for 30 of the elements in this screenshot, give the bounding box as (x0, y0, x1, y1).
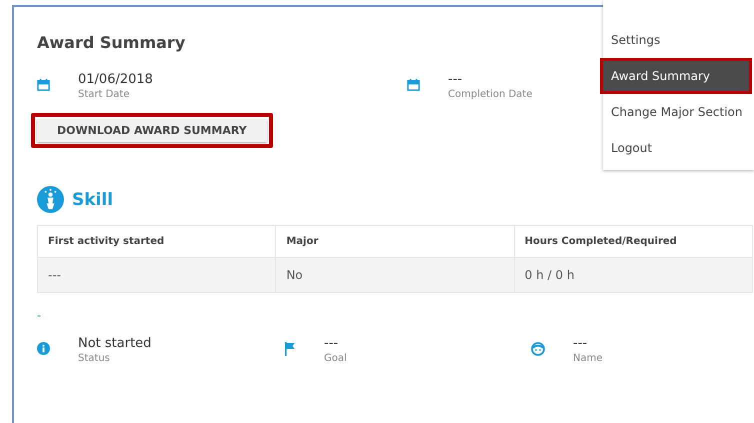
table-cell: 0 h / 0 h (514, 258, 752, 292)
info-icon (37, 342, 50, 355)
flag-icon (284, 342, 296, 356)
menu-item[interactable]: Settings (603, 25, 749, 55)
detail-value: Not started (78, 336, 152, 352)
column-header: First activity started (38, 226, 276, 258)
download-button[interactable]: DOWNLOAD AWARD SUMMARY (37, 119, 267, 142)
section-title: Skill (72, 190, 114, 210)
person-icon (37, 186, 64, 213)
date-label: Start Date (78, 88, 131, 102)
table-cell: No (276, 258, 514, 292)
column-header: Hours Completed/Required (514, 226, 752, 258)
dash-mark: - (37, 309, 42, 322)
date-value: --- (448, 72, 464, 88)
detail-value: --- (573, 336, 588, 352)
page-title: Award Summary (37, 33, 186, 52)
detail-label: Goal (324, 352, 347, 366)
column-header: Major (276, 226, 514, 258)
face-icon (531, 342, 545, 356)
detail-label: Name (573, 352, 603, 366)
menu-item[interactable]: Change Major Section (603, 97, 749, 127)
table-cell: --- (38, 258, 276, 292)
calendar-icon (37, 78, 50, 91)
menu-item[interactable]: Logout (603, 133, 749, 163)
calendar-icon (407, 78, 420, 91)
detail-value: --- (324, 336, 340, 352)
menu-item[interactable]: Award Summary (603, 61, 749, 91)
detail-label: Status (78, 352, 111, 366)
date-label: Completion Date (448, 88, 532, 102)
date-value: 01/06/2018 (78, 72, 153, 88)
